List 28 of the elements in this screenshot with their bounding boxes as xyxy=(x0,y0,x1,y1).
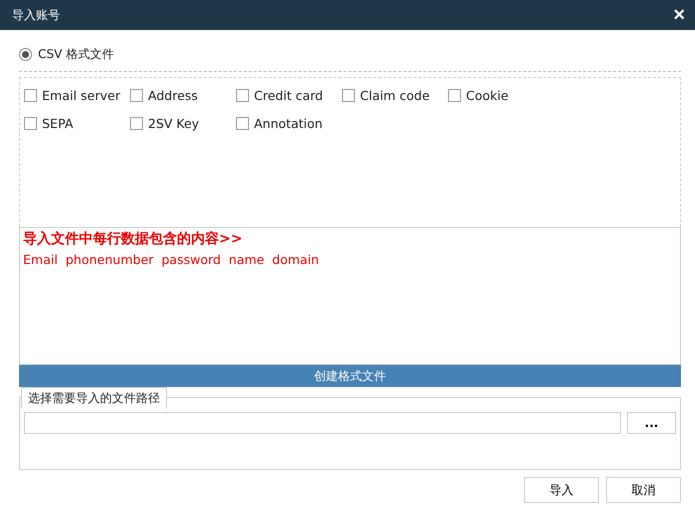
checkbox-label: Claim code xyxy=(360,88,430,103)
radio-button[interactable] xyxy=(19,48,32,60)
radio-label: CSV 格式文件 xyxy=(38,46,114,62)
checkbox-label: 2SV Key xyxy=(148,116,200,131)
checkbox[interactable] xyxy=(448,89,461,102)
dialog-button[interactable]: 取消 xyxy=(606,477,681,503)
checkbox[interactable] xyxy=(24,89,37,102)
create-format-button[interactable]: 创建格式文件 xyxy=(19,365,681,387)
checkbox-label: Email server xyxy=(42,88,120,103)
checkbox[interactable] xyxy=(24,117,37,130)
path-field[interactable] xyxy=(24,412,621,434)
browse-button[interactable]: ... xyxy=(627,412,676,434)
checkbox-label: Credit card xyxy=(254,88,323,103)
checkbox-label: Address xyxy=(148,88,198,103)
checkbox[interactable] xyxy=(130,117,143,130)
checkbox[interactable] xyxy=(236,117,249,130)
checkbox-label: Cookie xyxy=(466,88,508,103)
checkbox[interactable] xyxy=(130,89,143,102)
checkbox[interactable] xyxy=(236,89,249,102)
group-legend: 选择需要导入的文件路径 xyxy=(21,387,167,409)
checkbox-label: Annotation xyxy=(254,116,323,131)
checkbox-label: SEPA xyxy=(42,116,74,131)
close-button[interactable]: × xyxy=(671,5,687,25)
dialog-button[interactable]: 导入 xyxy=(524,477,599,503)
column-list: Email phonenumber password name domain xyxy=(23,252,677,267)
checkbox[interactable] xyxy=(342,89,355,102)
info-heading: 导入文件中每行数据包含的内容>> xyxy=(23,230,244,248)
window-title: 导入账号 xyxy=(12,6,60,24)
